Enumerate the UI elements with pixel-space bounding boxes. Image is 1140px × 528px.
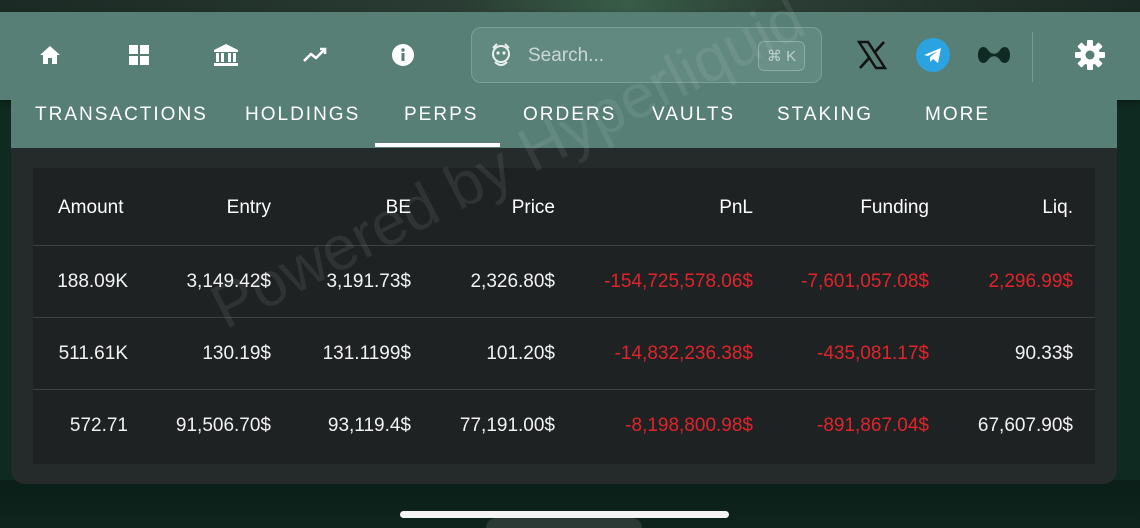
navbar-divider [1032, 32, 1033, 82]
table-row[interactable]: 188.09K 3,149.42$ 3,191.73$ 2,326.80$ -1… [33, 246, 1095, 318]
cell-amount: 572.71 [69, 415, 128, 436]
cell-price: 2,326.80$ [470, 270, 555, 292]
info-icon[interactable] [390, 42, 416, 68]
cell-funding: -891,867.04$ [817, 415, 929, 436]
bank-icon[interactable] [213, 42, 239, 68]
column-header-be[interactable]: BE [386, 170, 411, 245]
cell-pnl: -14,832,236.38$ [614, 342, 753, 364]
tab-more[interactable]: MORE [925, 104, 990, 144]
table-header-row: Amount Entry BE Price PnL Funding Liq. [33, 170, 1095, 246]
table-row[interactable]: 572.71 91,506.70$ 93,119.4$ 77,191.00$ -… [33, 390, 1095, 462]
tab-bar: TRANSACTIONS HOLDINGS PERPS ORDERS VAULT… [11, 100, 1117, 148]
x-icon[interactable] [856, 39, 888, 71]
search-box[interactable]: ⌘ K [471, 27, 822, 83]
tab-transactions[interactable]: TRANSACTIONS [35, 104, 208, 144]
cell-entry: 130.19$ [202, 342, 271, 364]
column-header-price[interactable]: Price [512, 170, 555, 245]
tab-staking[interactable]: STAKING [777, 104, 873, 144]
cell-liq: 90.33$ [1014, 342, 1073, 364]
search-input[interactable] [528, 40, 748, 72]
telegram-icon[interactable] [916, 38, 950, 72]
cell-amount: 511.61K [58, 342, 128, 364]
cell-pnl: -8,198,800.98$ [625, 415, 753, 436]
cell-liq: 2,296.99$ [988, 270, 1073, 292]
column-header-pnl[interactable]: PnL [719, 170, 753, 245]
tab-holdings[interactable]: HOLDINGS [245, 104, 360, 144]
bottom-sheet-handle [486, 518, 642, 528]
cell-amount: 188.09K [57, 270, 128, 292]
cell-entry: 3,149.42$ [186, 270, 271, 292]
cell-pnl: -154,725,578.06$ [604, 270, 753, 292]
cell-be: 93,119.4$ [327, 415, 411, 436]
top-navbar: ⌘ K [0, 12, 1140, 100]
column-header-liq[interactable]: Liq. [1042, 170, 1073, 245]
column-header-funding[interactable]: Funding [860, 170, 929, 245]
search-shortcut-badge: ⌘ K [758, 41, 805, 71]
gear-icon[interactable] [1074, 39, 1106, 71]
tab-orders[interactable]: ORDERS [523, 104, 616, 144]
cell-be: 131.1199$ [322, 342, 411, 364]
cell-funding: -435,081.17$ [817, 342, 929, 364]
home-indicator[interactable] [400, 511, 729, 518]
active-tab-indicator [375, 143, 500, 147]
cell-funding: -7,601,057.08$ [801, 270, 929, 292]
search-mascot-icon [492, 43, 510, 66]
cell-price: 77,191.00$ [459, 415, 555, 436]
column-header-amount[interactable]: Amount [58, 170, 123, 245]
column-header-entry[interactable]: Entry [227, 170, 271, 245]
chart-trend-icon[interactable] [302, 42, 328, 68]
dashboard-grid-icon[interactable] [126, 42, 152, 68]
cell-entry: 91,506.70$ [175, 415, 271, 436]
tab-perps[interactable]: PERPS [404, 104, 478, 144]
hyperliquid-icon[interactable] [976, 42, 1012, 68]
table-row[interactable]: 511.61K 130.19$ 131.1199$ 101.20$ -14,83… [33, 318, 1095, 390]
cell-be: 3,191.73$ [326, 270, 411, 292]
cell-price: 101.20$ [486, 342, 555, 364]
home-icon[interactable] [37, 42, 63, 68]
tab-vaults[interactable]: VAULTS [652, 104, 735, 144]
cell-liq: 67,607.90$ [977, 415, 1073, 436]
